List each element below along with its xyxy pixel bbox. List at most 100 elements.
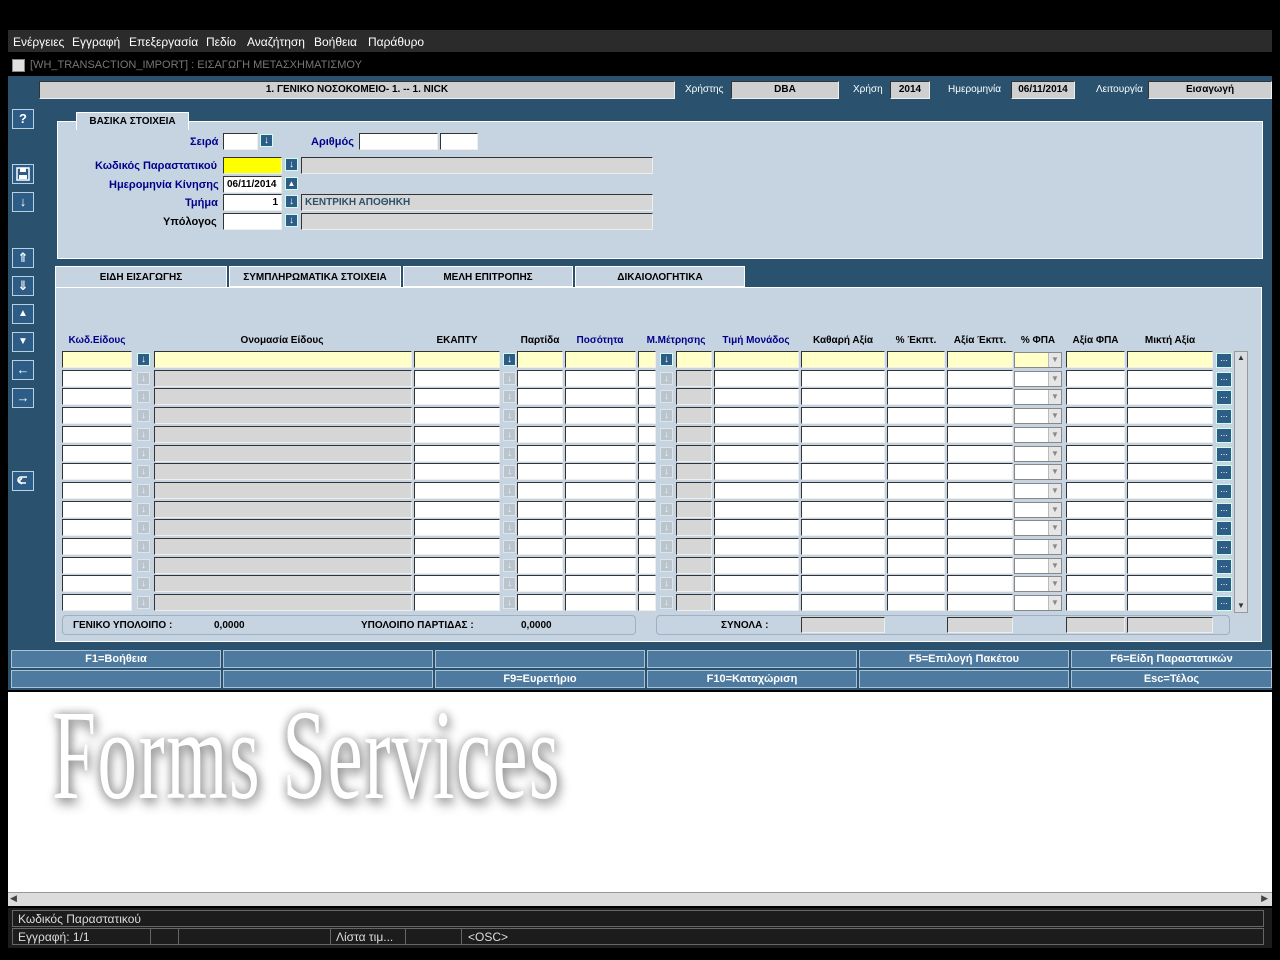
fkey-button[interactable]: Esc=Τέλος <box>1071 670 1272 688</box>
doc-code-field[interactable] <box>223 157 282 174</box>
batch-cell[interactable] <box>517 500 563 518</box>
discount-pct-cell[interactable] <box>887 594 945 612</box>
lov-button[interactable]: ↓ <box>503 427 516 441</box>
item-code-cell[interactable] <box>62 369 132 387</box>
lov-button[interactable]: ↓ <box>503 521 516 535</box>
batch-cell[interactable] <box>517 463 563 481</box>
vat-pct-select[interactable]: ▼ <box>1014 370 1062 387</box>
item-code-cell[interactable] <box>62 407 132 425</box>
chevron-down-icon[interactable]: ▼ <box>1048 409 1061 424</box>
net-value-cell[interactable] <box>801 500 885 518</box>
item-code-cell[interactable] <box>62 538 132 555</box>
vat-pct-select[interactable]: ▼ <box>1014 501 1062 518</box>
fkey-empty-button[interactable] <box>223 650 433 668</box>
accountable-lov-button[interactable]: ↓ <box>285 214 298 227</box>
lov-button[interactable]: ↓ <box>137 353 150 366</box>
lov-button[interactable]: ↓ <box>503 483 516 497</box>
discount-pct-cell[interactable] <box>887 519 945 537</box>
menu-actions[interactable]: Ενέργειες <box>13 35 64 49</box>
discount-value-cell[interactable] <box>947 444 1013 462</box>
net-value-cell[interactable] <box>801 575 885 593</box>
gross-value-cell[interactable] <box>1127 407 1213 425</box>
unit-code-cell[interactable] <box>638 369 656 387</box>
lov-button[interactable]: ↓ <box>137 371 150 385</box>
vat-pct-select[interactable]: ▼ <box>1014 352 1062 368</box>
quantity-cell[interactable] <box>565 594 636 612</box>
discount-pct-cell[interactable] <box>887 575 945 593</box>
fkey-empty-button[interactable] <box>647 650 857 668</box>
ekapty-cell[interactable] <box>414 575 500 593</box>
lov-button[interactable]: ↓ <box>503 446 516 460</box>
unit-price-cell[interactable] <box>714 351 799 368</box>
ellipsis-button[interactable]: ... <box>1216 502 1232 518</box>
lov-button[interactable]: ↓ <box>660 540 673 553</box>
lov-button[interactable]: ↓ <box>660 558 673 572</box>
ekapty-cell[interactable] <box>414 369 500 387</box>
unit-price-cell[interactable] <box>714 556 799 574</box>
gross-value-cell[interactable] <box>1127 481 1213 499</box>
lov-button[interactable]: ↓ <box>137 427 150 441</box>
item-code-cell[interactable] <box>62 575 132 593</box>
quantity-cell[interactable] <box>565 388 636 406</box>
vat-pct-select[interactable]: ▼ <box>1014 389 1062 406</box>
lov-button[interactable]: ↓ <box>660 409 673 423</box>
unit-code-cell[interactable] <box>638 556 656 574</box>
discount-value-cell[interactable] <box>947 519 1013 537</box>
discount-pct-cell[interactable] <box>887 425 945 443</box>
unit-code-cell[interactable] <box>638 500 656 518</box>
gross-value-cell[interactable] <box>1127 575 1213 593</box>
scroll-left-icon[interactable]: ◀ <box>10 893 17 904</box>
lov-button[interactable]: ↓ <box>660 353 673 366</box>
gross-value-cell[interactable] <box>1127 538 1213 555</box>
discount-pct-cell[interactable] <box>887 500 945 518</box>
first-record-button[interactable]: ⇑ <box>12 248 34 268</box>
move-date-field[interactable]: 06/11/2014 <box>223 176 282 193</box>
net-value-cell[interactable] <box>801 594 885 612</box>
chevron-down-icon[interactable]: ▼ <box>1048 540 1061 554</box>
ekapty-cell[interactable] <box>414 556 500 574</box>
vat-value-cell[interactable] <box>1066 444 1125 462</box>
unit-price-cell[interactable] <box>714 594 799 612</box>
lov-button[interactable]: ↓ <box>660 371 673 385</box>
scroll-down-icon[interactable]: ▼ <box>1236 601 1246 611</box>
tab-supplementary[interactable]: ΣΥΜΠΛΗΡΩΜΑΤΙΚΑ ΣΤΟΙΧΕΙΑ <box>229 266 401 287</box>
item-code-cell[interactable] <box>62 444 132 462</box>
lov-button[interactable]: ↓ <box>137 390 150 404</box>
discount-pct-cell[interactable] <box>887 388 945 406</box>
ellipsis-button[interactable]: ... <box>1216 483 1232 499</box>
lov-button[interactable]: ↓ <box>503 540 516 553</box>
quantity-cell[interactable] <box>565 500 636 518</box>
net-value-cell[interactable] <box>801 369 885 387</box>
chevron-down-icon[interactable]: ▼ <box>1048 446 1061 461</box>
ellipsis-button[interactable]: ... <box>1216 596 1232 612</box>
lov-button[interactable]: ↓ <box>503 558 516 572</box>
quantity-cell[interactable] <box>565 444 636 462</box>
quantity-cell[interactable] <box>565 407 636 425</box>
dept-code-field[interactable]: 1 <box>223 194 282 211</box>
fkey-button[interactable]: F1=Βοήθεια <box>11 650 221 668</box>
series-field[interactable] <box>223 133 258 150</box>
vat-value-cell[interactable] <box>1066 556 1125 574</box>
vat-pct-select[interactable]: ▼ <box>1014 539 1062 555</box>
lov-button[interactable]: ↓ <box>660 465 673 479</box>
ekapty-cell[interactable] <box>414 538 500 555</box>
gross-value-cell[interactable] <box>1127 351 1213 368</box>
menu-record[interactable]: Εγγραφή <box>72 35 120 49</box>
discount-value-cell[interactable] <box>947 463 1013 481</box>
ellipsis-button[interactable]: ... <box>1216 577 1232 593</box>
lov-button[interactable]: ↓ <box>503 577 516 591</box>
ellipsis-button[interactable]: ... <box>1216 521 1232 537</box>
discount-value-cell[interactable] <box>947 500 1013 518</box>
batch-cell[interactable] <box>517 538 563 555</box>
horizontal-scrollbar[interactable]: ◀ ▶ <box>8 892 1272 906</box>
number-field[interactable] <box>359 133 438 150</box>
batch-cell[interactable] <box>517 444 563 462</box>
net-value-cell[interactable] <box>801 519 885 537</box>
gross-value-cell[interactable] <box>1127 519 1213 537</box>
chevron-down-icon[interactable]: ▼ <box>1048 427 1061 442</box>
batch-cell[interactable] <box>517 388 563 406</box>
lov-button[interactable]: ↓ <box>503 353 516 366</box>
download-button[interactable]: ↓ <box>12 192 34 212</box>
help-button[interactable]: ? <box>12 109 34 129</box>
lov-button[interactable]: ↓ <box>137 446 150 460</box>
